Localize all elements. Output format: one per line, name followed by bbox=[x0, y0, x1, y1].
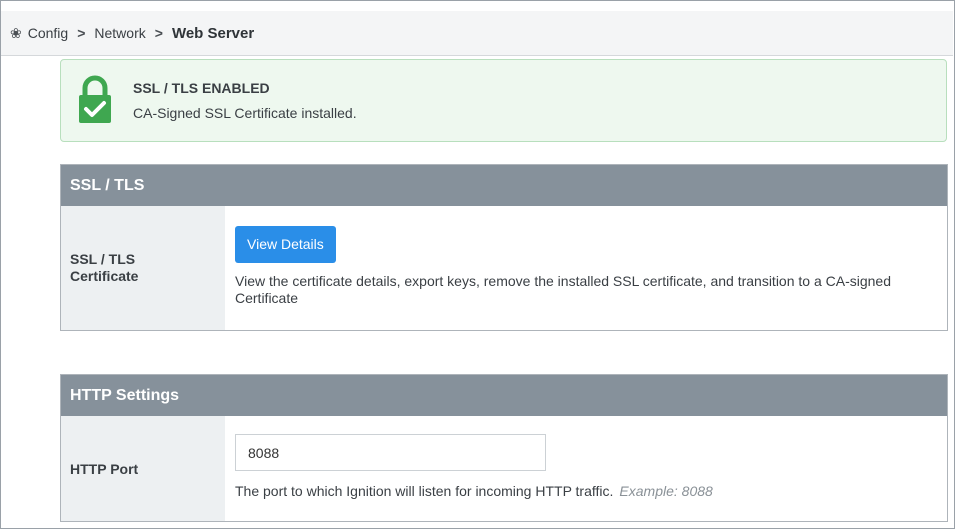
breadcrumb: ❀ Config > Network > Web Server bbox=[1, 11, 953, 56]
field-description: The port to which Ignition will listen f… bbox=[235, 483, 713, 499]
field-content: The port to which Ignition will listen f… bbox=[225, 416, 947, 521]
breadcrumb-item-network[interactable]: Network bbox=[94, 25, 145, 41]
field-label: HTTP Port bbox=[61, 416, 225, 521]
http-port-row: HTTP Port The port to which Ignition wil… bbox=[61, 416, 947, 521]
field-example: Example: 8088 bbox=[619, 483, 713, 499]
http-settings-panel: HTTP Settings HTTP Port The port to whic… bbox=[60, 374, 948, 522]
breadcrumb-current: Web Server bbox=[171, 24, 255, 42]
field-content: View Details View the certificate detail… bbox=[225, 206, 947, 330]
alert-message: CA-Signed SSL Certificate installed. bbox=[133, 105, 357, 121]
ssl-status-alert: SSL / TLS ENABLED CA-Signed SSL Certific… bbox=[60, 59, 947, 142]
panel-header: HTTP Settings bbox=[61, 375, 947, 416]
breadcrumb-item-config[interactable]: Config bbox=[28, 25, 68, 41]
lock-check-icon bbox=[78, 74, 112, 129]
breadcrumb-separator: > bbox=[77, 25, 86, 41]
breadcrumb-separator: > bbox=[154, 25, 163, 41]
http-port-input[interactable] bbox=[235, 434, 546, 471]
field-description: View the certificate details, export key… bbox=[235, 273, 891, 306]
panel-header: SSL / TLS bbox=[61, 165, 947, 206]
ssl-certificate-label: SSL / TLS Certificate bbox=[70, 251, 139, 284]
ssl-tls-panel: SSL / TLS SSL / TLS Certificate View Det… bbox=[60, 164, 948, 331]
view-details-button[interactable]: View Details bbox=[235, 226, 336, 263]
alert-title: SSL / TLS ENABLED bbox=[133, 80, 270, 96]
ssl-certificate-row: SSL / TLS Certificate View Details View … bbox=[61, 206, 947, 330]
gear-icon: ❀ bbox=[10, 24, 22, 41]
field-label: SSL / TLS Certificate bbox=[61, 206, 225, 330]
field-description-text: The port to which Ignition will listen f… bbox=[235, 483, 614, 499]
